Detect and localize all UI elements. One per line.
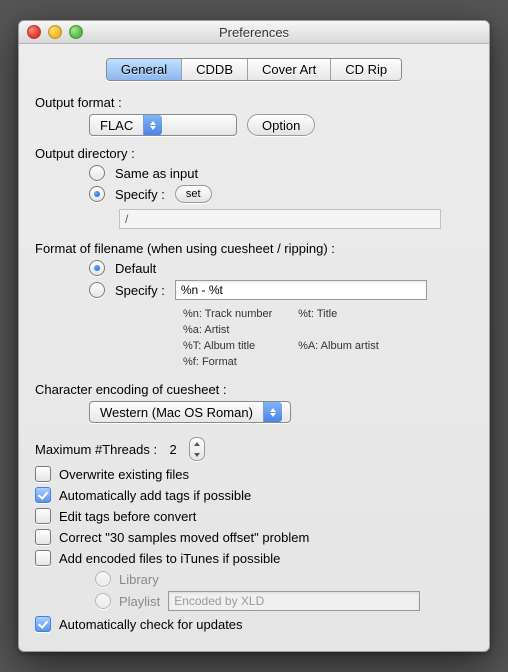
output-dir-label: Output directory :: [35, 146, 473, 161]
output-format-select[interactable]: FLAC: [89, 114, 237, 136]
itunes-playlist-label: Playlist: [119, 594, 160, 609]
itunes-library-label: Library: [119, 572, 159, 587]
tabs: General CDDB Cover Art CD Rip: [35, 58, 473, 81]
filename-pattern-input[interactable]: %n - %t: [175, 280, 427, 300]
set-button[interactable]: set: [175, 185, 212, 203]
check-updates-label: Automatically check for updates: [59, 617, 243, 632]
check-updates-checkbox[interactable]: [35, 616, 51, 632]
overwrite-label: Overwrite existing files: [59, 467, 189, 482]
itunes-playlist-radio: [95, 593, 111, 609]
zoom-icon[interactable]: [69, 25, 83, 39]
edit-tags-label: Edit tags before convert: [59, 509, 196, 524]
output-format-value: FLAC: [90, 118, 143, 133]
content: General CDDB Cover Art CD Rip Output for…: [19, 44, 489, 652]
chevron-updown-icon: [263, 402, 282, 422]
window-title: Preferences: [19, 25, 489, 40]
threads-label: Maximum #Threads :: [35, 442, 157, 457]
filename-specify-label: Specify :: [115, 283, 165, 298]
output-format-label: Output format :: [35, 95, 473, 110]
encoding-select[interactable]: Western (Mac OS Roman): [89, 401, 291, 423]
output-dir-specify-radio[interactable]: [89, 186, 105, 202]
output-dir-same-label: Same as input: [115, 166, 198, 181]
close-icon[interactable]: [27, 25, 41, 39]
tab-cd-rip[interactable]: CD Rip: [331, 59, 401, 80]
tabbar: General CDDB Cover Art CD Rip: [106, 58, 402, 81]
filename-specify-radio[interactable]: [89, 282, 105, 298]
preferences-window: Preferences General CDDB Cover Art CD Ri…: [18, 20, 490, 652]
auto-tags-checkbox[interactable]: [35, 487, 51, 503]
output-dir-same-radio[interactable]: [89, 165, 105, 181]
correct-30-checkbox[interactable]: [35, 529, 51, 545]
overwrite-checkbox[interactable]: [35, 466, 51, 482]
chevron-updown-icon: [143, 115, 162, 135]
stepper-up-icon[interactable]: [190, 438, 204, 449]
traffic-lights: [27, 25, 83, 39]
filename-default-label: Default: [115, 261, 156, 276]
encoding-value: Western (Mac OS Roman): [90, 405, 263, 420]
add-itunes-checkbox[interactable]: [35, 550, 51, 566]
minimize-icon[interactable]: [48, 25, 62, 39]
titlebar: Preferences: [19, 21, 489, 44]
filename-default-radio[interactable]: [89, 260, 105, 276]
correct-30-label: Correct "30 samples moved offset" proble…: [59, 530, 309, 545]
itunes-library-radio: [95, 571, 111, 587]
encoding-label: Character encoding of cuesheet :: [35, 382, 473, 397]
option-button[interactable]: Option: [247, 114, 315, 136]
add-itunes-label: Add encoded files to iTunes if possible: [59, 551, 280, 566]
filename-format-label: Format of filename (when using cuesheet …: [35, 241, 473, 256]
output-dir-path: /: [119, 209, 441, 229]
tab-general[interactable]: General: [107, 59, 182, 80]
tab-cover-art[interactable]: Cover Art: [248, 59, 331, 80]
threads-value: 2: [167, 442, 179, 457]
filename-legend: %n: Track number %t: Title %a: Artist %T…: [183, 306, 473, 370]
output-dir-specify-label: Specify :: [115, 187, 165, 202]
itunes-playlist-input: Encoded by XLD: [168, 591, 420, 611]
edit-tags-checkbox[interactable]: [35, 508, 51, 524]
threads-stepper[interactable]: [189, 437, 205, 461]
tab-cddb[interactable]: CDDB: [182, 59, 248, 80]
auto-tags-label: Automatically add tags if possible: [59, 488, 251, 503]
stepper-down-icon[interactable]: [190, 449, 204, 460]
